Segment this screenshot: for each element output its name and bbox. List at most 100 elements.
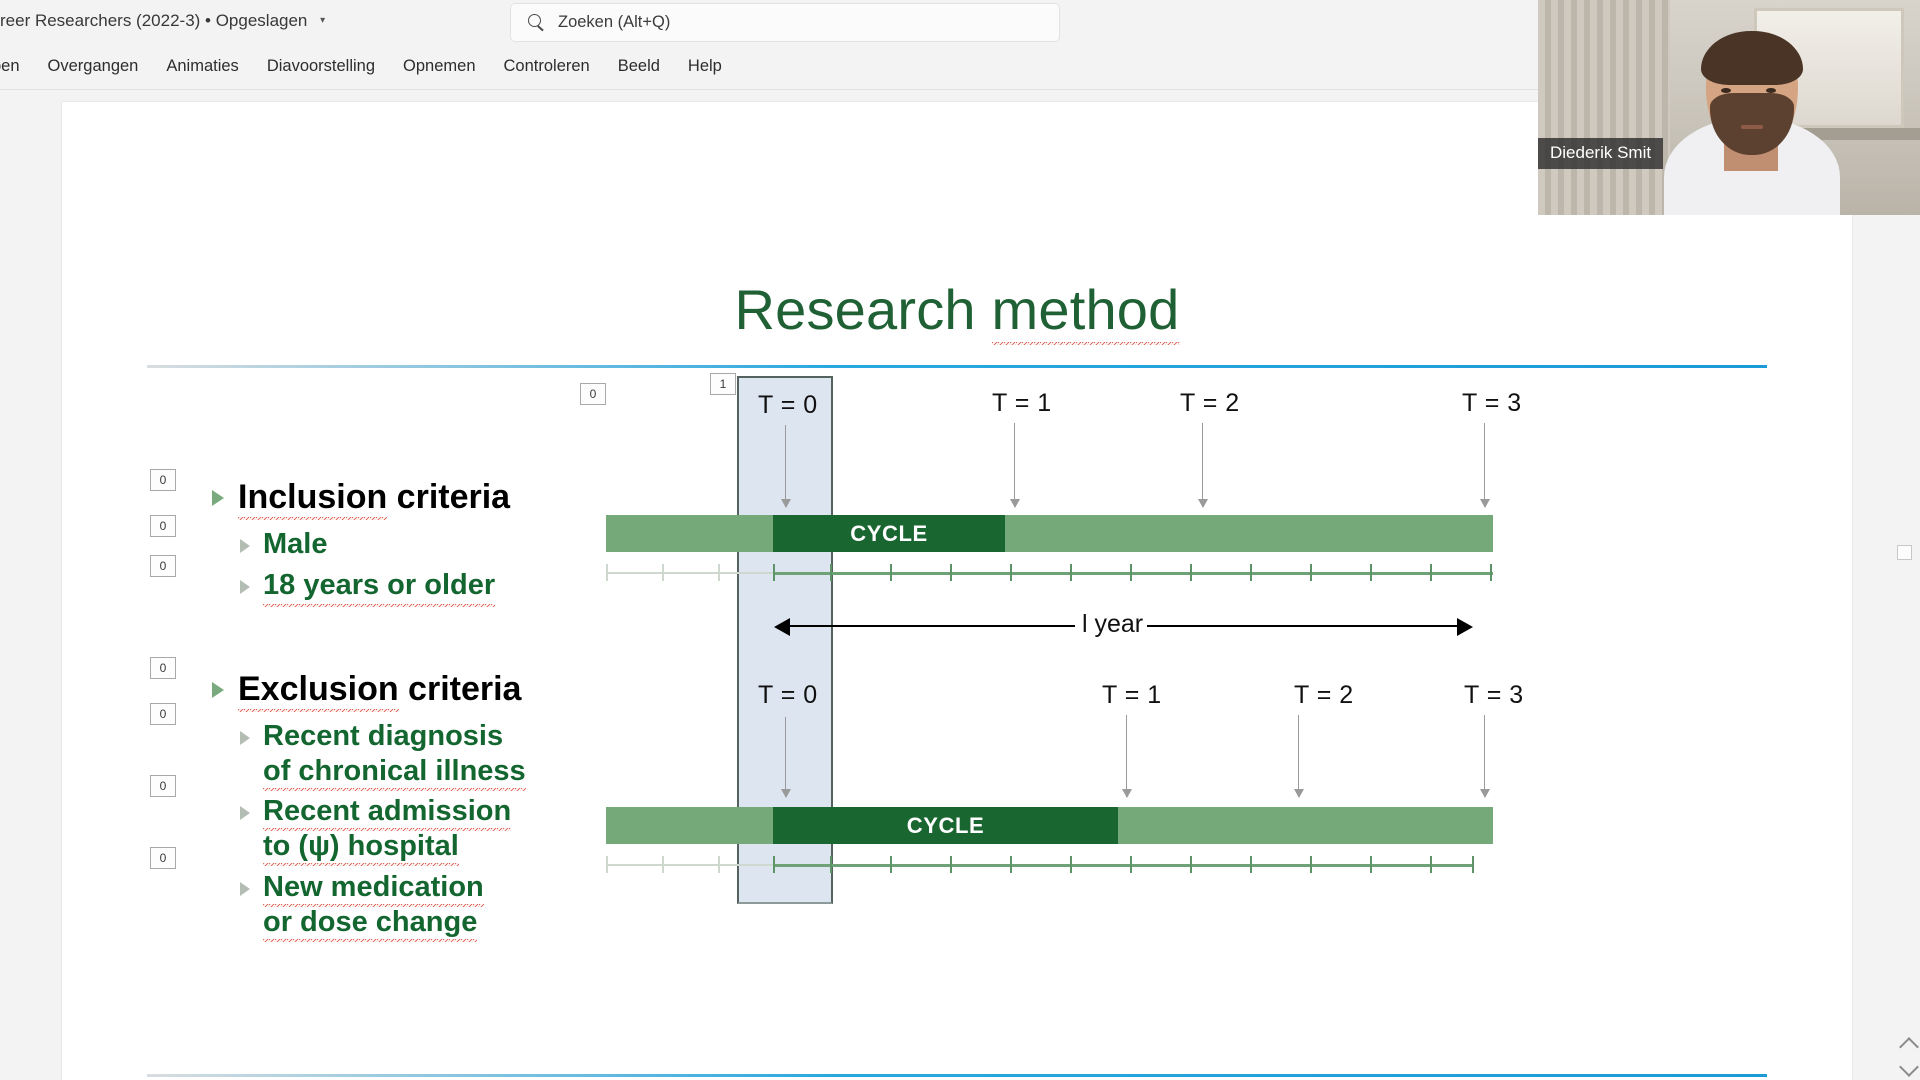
page-title-text: Research [734, 278, 992, 341]
tick [1130, 856, 1132, 873]
tick [1070, 564, 1072, 581]
search-placeholder: Zoeken (Alt+Q) [558, 13, 671, 31]
webcam-curtain [1538, 0, 1670, 215]
animation-marker[interactable]: 0 [150, 774, 176, 797]
upper-arrow-t3 [1478, 423, 1492, 508]
tick [662, 564, 664, 581]
bullet-text-line1: New medication [263, 871, 484, 907]
tick [1190, 856, 1192, 873]
bullet-text-line1: Recent diagnosis [263, 719, 504, 752]
year-line-left [790, 625, 1075, 628]
lower-timepoint-label-t3: T = 3 [1464, 681, 1524, 709]
animation-marker[interactable]: 0 [150, 469, 176, 491]
ribbon-tab-beeld[interactable]: Beeld [604, 51, 674, 82]
ribbon-tab-animaties[interactable]: Animaties [152, 51, 252, 82]
tick [890, 856, 892, 873]
upper-arrow-t2 [1196, 423, 1210, 508]
ribbon-tab-overgangen[interactable]: Overgangen [34, 51, 153, 82]
triangle-bullet-icon [212, 681, 224, 698]
upper-bar-post [1005, 515, 1493, 552]
animation-marker[interactable]: 0 [150, 846, 176, 869]
bullet-text-line2: or dose change [263, 905, 478, 942]
upper-bar-cycle: CYCLE [773, 515, 1005, 552]
timeline-diagram[interactable]: 0 1 T = 0 T = 1 T = 2 T = 3 CYCLE l year… [580, 367, 1852, 927]
tick [1010, 856, 1012, 873]
ribbon-tab-help[interactable]: Help [674, 51, 736, 82]
lower-arrow-t1 [1120, 715, 1134, 798]
lower-cycle-bar: CYCLE [606, 807, 1493, 844]
lower-ruler [606, 852, 1493, 878]
upper-timepoint-label-t3: T = 3 [1462, 389, 1522, 417]
tick [606, 564, 608, 581]
slide[interactable]: Research method 0 Inclusion criteria 0 M… [62, 102, 1852, 1080]
webcam-participant-name: Diederik Smit [1538, 138, 1664, 169]
year-arrow-right-head [1457, 618, 1473, 636]
animation-marker[interactable]: 0 [150, 515, 176, 537]
triangle-bullet-icon [240, 539, 250, 554]
search-icon [527, 13, 546, 32]
document-title[interactable]: reer Researchers (2022-3) • Opgeslagen ▾ [0, 11, 325, 31]
tick [950, 856, 952, 873]
tick [950, 564, 952, 581]
lower-bar-post [1118, 807, 1493, 844]
tick [1370, 564, 1372, 581]
webcam-person-eye-right [1766, 88, 1776, 93]
animation-marker[interactable]: 0 [150, 656, 176, 679]
upper-ruler [606, 560, 1493, 586]
year-line-right [1147, 625, 1457, 628]
lower-bar-pre [606, 807, 773, 844]
panel-resize-handle[interactable] [1897, 545, 1912, 560]
tick [773, 564, 775, 581]
animation-marker[interactable]: 0 [150, 555, 176, 577]
lower-arrow-t3 [1478, 715, 1492, 798]
ribbon-tab-opnemen[interactable]: Opnemen [389, 51, 489, 82]
upper-timepoint-label-t1: T = 1 [992, 389, 1052, 417]
tick [718, 856, 720, 873]
tick [1130, 564, 1132, 581]
lower-bar-cycle: CYCLE [773, 807, 1118, 844]
triangle-bullet-icon [212, 490, 224, 506]
lower-timepoint-label-t1: T = 1 [1102, 681, 1162, 709]
tick [662, 856, 664, 873]
webcam-video-overlay[interactable]: Diederik Smit [1538, 0, 1920, 215]
tick [1310, 856, 1312, 873]
upper-timepoint-label-t0: T = 0 [758, 391, 818, 419]
triangle-bullet-icon [240, 730, 250, 745]
tick [830, 564, 832, 581]
tick [1070, 856, 1072, 873]
tick [830, 856, 832, 873]
lower-axis-right [773, 864, 1473, 867]
animation-marker[interactable]: 0 [580, 383, 606, 405]
page-title-misspelled: method [991, 278, 1180, 345]
powerpoint-window: reer Researchers (2022-3) • Opgeslagen ▾… [0, 0, 1920, 1080]
upper-timepoint-label-t2: T = 2 [1180, 389, 1240, 417]
slide-canvas-area: Research method 0 Inclusion criteria 0 M… [0, 90, 1920, 1080]
ribbon-tab-controleren[interactable]: Controleren [490, 51, 604, 82]
year-arrow-left-head [774, 618, 790, 636]
lower-timepoint-label-t2: T = 2 [1294, 681, 1354, 709]
tick [1190, 564, 1192, 581]
triangle-bullet-icon [240, 579, 250, 594]
upper-cycle-bar: CYCLE [606, 515, 1493, 552]
upper-arrow-t1 [1008, 423, 1022, 508]
tick [1310, 564, 1312, 581]
lower-timepoint-label-t0: T = 0 [758, 681, 818, 709]
lower-arrow-t0 [779, 717, 793, 798]
page-title[interactable]: Research method [62, 277, 1852, 345]
footer-divider [147, 1074, 1767, 1077]
tick [718, 564, 720, 581]
upper-bar-pre [606, 515, 773, 552]
chevron-down-icon[interactable]: ▾ [320, 15, 325, 26]
ribbon-tab-pen[interactable]: pen [0, 51, 34, 82]
tick [773, 856, 775, 873]
tick [1490, 564, 1492, 581]
tick [1430, 564, 1432, 581]
animation-marker-selected[interactable]: 1 [710, 373, 736, 395]
tick [1250, 564, 1252, 581]
bullet-text: Exclusion [238, 669, 399, 712]
search-input[interactable]: Zoeken (Alt+Q) [510, 3, 1060, 42]
animation-marker[interactable]: 0 [150, 702, 176, 725]
upper-arrow-t0 [779, 425, 793, 508]
triangle-bullet-icon [240, 806, 250, 821]
ribbon-tab-diavoorstelling[interactable]: Diavoorstelling [253, 51, 389, 82]
